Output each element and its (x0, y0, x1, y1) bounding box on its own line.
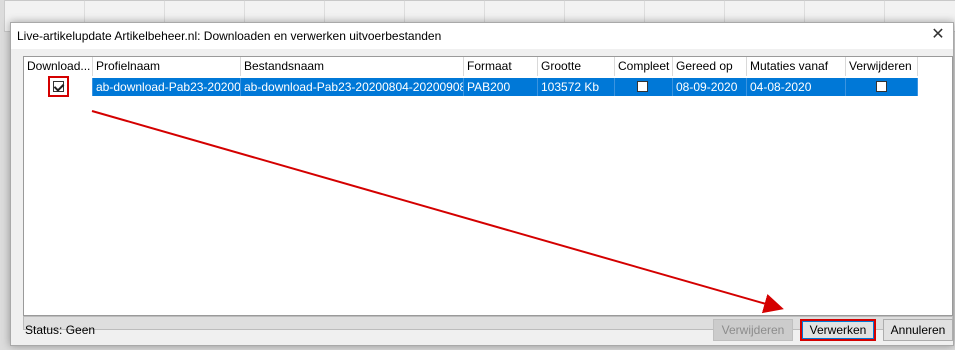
col-header-verwijderen[interactable]: Verwijderen (846, 57, 918, 76)
files-grid: Download... Profielnaam Bestandsnaam For… (23, 56, 953, 316)
verwerken-button[interactable]: Verwerken (800, 319, 876, 341)
table-row[interactable]: ab-download-Pab23-20200804-2 ab-download… (24, 78, 952, 96)
col-header-grootte[interactable]: Grootte (538, 57, 615, 76)
verwijderen-button[interactable]: Verwijderen (713, 319, 793, 341)
compleet-checkbox[interactable] (637, 81, 648, 92)
cell-verwijderen (846, 78, 918, 96)
verwijderen-checkbox[interactable] (876, 81, 887, 92)
annuleren-button[interactable]: Annuleren (883, 319, 953, 341)
col-header-profielnaam[interactable]: Profielnaam (93, 57, 241, 76)
close-icon[interactable]: ✕ (929, 26, 947, 44)
col-header-gereed-op[interactable]: Gereed op (673, 57, 747, 76)
col-header-compleet[interactable]: Compleet (615, 57, 673, 76)
grid-header: Download... Profielnaam Bestandsnaam For… (24, 57, 952, 77)
cell-bestandsnaam: ab-download-Pab23-20200804-20200908-1 (241, 78, 464, 96)
col-header-formaat[interactable]: Formaat (464, 57, 538, 76)
status-text: Status: Geen (25, 323, 96, 337)
col-header-mutaties-vanaf[interactable]: Mutaties vanaf (747, 57, 846, 76)
download-dialog: Live-artikelupdate Artikelbeheer.nl: Dow… (10, 22, 954, 346)
cell-formaat: PAB200 (464, 78, 538, 96)
cell-profielnaam: ab-download-Pab23-20200804-2 (93, 78, 241, 96)
title-bar: Live-artikelupdate Artikelbeheer.nl: Dow… (11, 23, 953, 49)
cell-gereed-op: 08-09-2020 (673, 78, 747, 96)
col-header-download[interactable]: Download... (24, 57, 93, 76)
dialog-title: Live-artikelupdate Artikelbeheer.nl: Dow… (17, 29, 442, 43)
cell-mutaties-vanaf: 04-08-2020 (747, 78, 846, 96)
col-header-bestandsnaam[interactable]: Bestandsnaam (241, 57, 464, 76)
cell-grootte: 103572 Kb (538, 78, 615, 96)
annotation-highlight-checkbox (48, 76, 69, 97)
cell-compleet (615, 78, 673, 96)
verwerken-button-label: Verwerken (802, 321, 874, 339)
